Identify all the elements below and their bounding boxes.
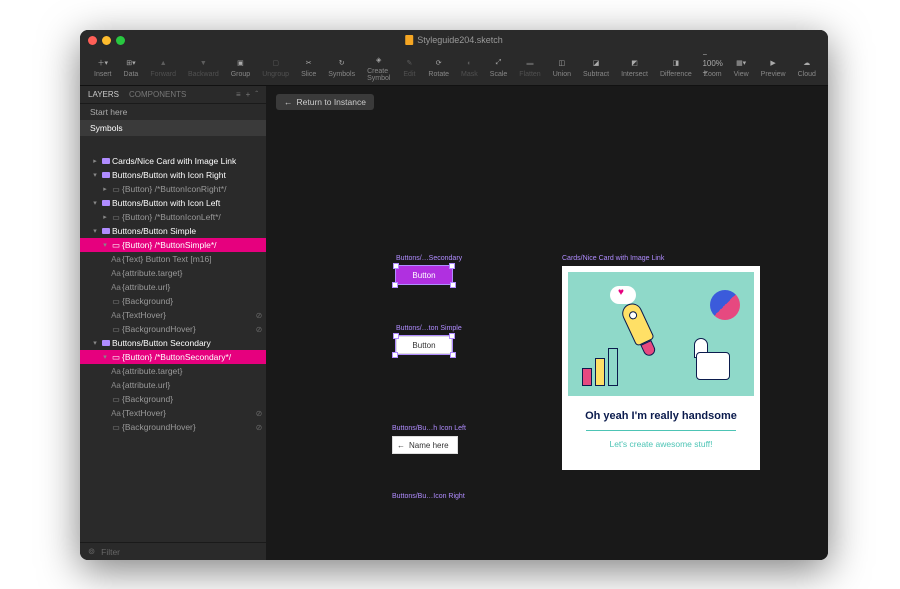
app-window: Styleguide204.sketch ＋▾Insert ⊞▾Data ▲Fo… — [80, 30, 828, 560]
document-title: Styleguide204.sketch — [405, 35, 503, 45]
page-symbols[interactable]: Symbols — [80, 120, 266, 136]
backward-button[interactable]: ▼Backward — [182, 57, 225, 78]
button-secondary: Button — [396, 266, 452, 284]
tab-components[interactable]: COMPONENTS — [129, 90, 186, 99]
rotate-button[interactable]: ⟳Rotate — [422, 57, 455, 78]
layer-attr-url[interactable]: Aa{attribute.url} — [80, 280, 266, 294]
layer-attr-url-2[interactable]: Aa{attribute.url} — [80, 378, 266, 392]
sidebar-footer: ⊚ Filter — [80, 542, 266, 560]
ungroup-button[interactable]: ▢Ungroup — [256, 57, 295, 78]
edit-button[interactable]: ✎Edit — [396, 57, 422, 78]
thumbs-up-icon — [680, 336, 730, 386]
artboard-label: Cards/Nice Card with Image Link — [562, 255, 664, 262]
layer-attr-target-2[interactable]: Aa{attribute.target} — [80, 364, 266, 378]
visibility-icon[interactable]: ⊘ — [252, 311, 266, 320]
sidebar-tabs: LAYERS COMPONENTS ≡ + ˆ — [80, 86, 266, 104]
minimize-icon[interactable] — [102, 36, 111, 45]
rocket-icon — [613, 294, 666, 361]
zoom-control[interactable]: − 100% +Zoom — [698, 57, 728, 78]
doc-name: Styleguide204.sketch — [417, 35, 503, 45]
mask-button[interactable]: ◐Mask — [455, 57, 484, 78]
layer-bg-hover-2[interactable]: ▭{BackgroundHover}⊘ — [80, 420, 266, 434]
layer-text-button[interactable]: Aa{Text} Button Text [m16] — [80, 252, 266, 266]
scale-button[interactable]: ⤢Scale — [484, 57, 514, 78]
arrow-left-icon: ← — [397, 441, 405, 450]
insert-button[interactable]: ＋▾Insert — [88, 57, 118, 78]
artboard-button-simple[interactable]: Buttons/…ton Simple Button — [396, 336, 452, 354]
artboard-label: Buttons/Bu…Icon Right — [392, 493, 465, 500]
layer-btn-simple-symbol[interactable]: ▾▭{Button} /*ButtonSimple*/ — [80, 238, 266, 252]
close-icon[interactable] — [88, 36, 97, 45]
subtract-button[interactable]: ◪Subtract — [577, 57, 615, 78]
preview-button[interactable]: ▶Preview — [755, 57, 792, 78]
flatten-button[interactable]: ▬Flatten — [513, 57, 546, 78]
visibility-icon[interactable]: ⊘ — [252, 325, 266, 334]
card-title: Oh yeah I'm really handsome — [568, 410, 754, 422]
titlebar: Styleguide204.sketch — [80, 30, 828, 50]
sketch-file-icon — [405, 35, 413, 45]
artboard-label: Buttons/…Secondary — [396, 255, 462, 262]
data-button[interactable]: ⊞▾Data — [118, 57, 145, 78]
layer-background-2[interactable]: ▭{Background} — [80, 392, 266, 406]
union-button[interactable]: ◫Union — [547, 57, 577, 78]
sidebar: LAYERS COMPONENTS ≡ + ˆ Start here Symbo… — [80, 86, 266, 560]
layer-text-hover[interactable]: Aa{TextHover}⊘ — [80, 308, 266, 322]
page-start-here[interactable]: Start here — [80, 104, 266, 120]
layer-btn-icon-left-header[interactable]: ▾Buttons/Button with Icon Left — [80, 196, 266, 210]
group-button[interactable]: ▣Group — [225, 57, 256, 78]
create-symbol-button[interactable]: ◈Create Symbol — [361, 54, 396, 82]
circle-icon — [710, 290, 740, 320]
traffic-lights — [88, 36, 125, 45]
card-subtitle: Let's create awesome stuff! — [568, 439, 754, 449]
view-button[interactable]: ▦▾View — [728, 57, 755, 78]
layer-btn-secondary-symbol[interactable]: ▾▭{Button} /*ButtonSecondary*/ — [80, 350, 266, 364]
layer-card-header[interactable]: ▸Cards/Nice Card with Image Link — [80, 154, 266, 168]
visibility-icon[interactable]: ⊘ — [252, 409, 266, 418]
add-page-icon[interactable]: + — [246, 90, 251, 99]
layer-list[interactable]: ▸Cards/Nice Card with Image Link ▾Button… — [80, 136, 266, 542]
visibility-icon[interactable]: ⊘ — [252, 423, 266, 432]
page-list: Start here Symbols — [80, 104, 266, 136]
layer-btn-icon-right-header[interactable]: ▾Buttons/Button with Icon Right — [80, 168, 266, 182]
layer-attr-target[interactable]: Aa{attribute.target} — [80, 266, 266, 280]
canvas[interactable]: ← Return to Instance Buttons/…Secondary … — [266, 86, 828, 560]
layer-background[interactable]: ▭{Background} — [80, 294, 266, 308]
cloud-button[interactable]: ☁Cloud — [792, 57, 822, 78]
artboard-button-secondary[interactable]: Buttons/…Secondary Button — [396, 266, 452, 284]
layer-bg-hover[interactable]: ▭{BackgroundHover}⊘ — [80, 322, 266, 336]
difference-button[interactable]: ◨Difference — [654, 57, 698, 78]
slice-button[interactable]: ✂Slice — [295, 57, 322, 78]
bar-chart-icon — [582, 348, 618, 386]
tab-layers[interactable]: LAYERS — [88, 90, 119, 99]
artboard-label: Buttons/Bu…h Icon Left — [392, 425, 466, 432]
intersect-button[interactable]: ◩Intersect — [615, 57, 654, 78]
layer-btn-icon-right-symbol[interactable]: ▸▭{Button} /*ButtonIconRight*/ — [80, 182, 266, 196]
collapse-icon[interactable]: ˆ — [255, 90, 258, 99]
button-simple: Button — [396, 336, 452, 354]
card-image — [568, 272, 754, 396]
artboard-button-icon-left[interactable]: Buttons/Bu…h Icon Left ← Name here — [392, 436, 458, 454]
divider — [586, 430, 736, 431]
toolbar: ＋▾Insert ⊞▾Data ▲Forward ▼Backward ▣Grou… — [80, 50, 828, 86]
filter-icon[interactable]: ⊚ — [88, 546, 95, 557]
artboard-card[interactable]: Cards/Nice Card with Image Link Oh yeah … — [562, 266, 760, 470]
button-icon-left: ← Name here — [392, 436, 458, 454]
zoom-icon[interactable] — [116, 36, 125, 45]
return-to-instance-button[interactable]: ← Return to Instance — [276, 94, 374, 110]
layer-btn-simple-header[interactable]: ▾Buttons/Button Simple — [80, 224, 266, 238]
layer-btn-secondary-header[interactable]: ▾Buttons/Button Secondary — [80, 336, 266, 350]
export-button[interactable]: ⇪Export — [822, 57, 828, 78]
page-list-icon[interactable]: ≡ — [236, 90, 241, 99]
forward-button[interactable]: ▲Forward — [144, 57, 182, 78]
back-arrow-icon: ← — [284, 97, 293, 107]
layer-btn-icon-left-symbol[interactable]: ▸▭{Button} /*ButtonIconLeft*/ — [80, 210, 266, 224]
filter-input[interactable]: Filter — [101, 547, 120, 557]
artboard-label: Buttons/…ton Simple — [396, 325, 462, 332]
layer-text-hover-2[interactable]: Aa{TextHover}⊘ — [80, 406, 266, 420]
symbols-button[interactable]: ↻Symbols — [322, 57, 361, 78]
